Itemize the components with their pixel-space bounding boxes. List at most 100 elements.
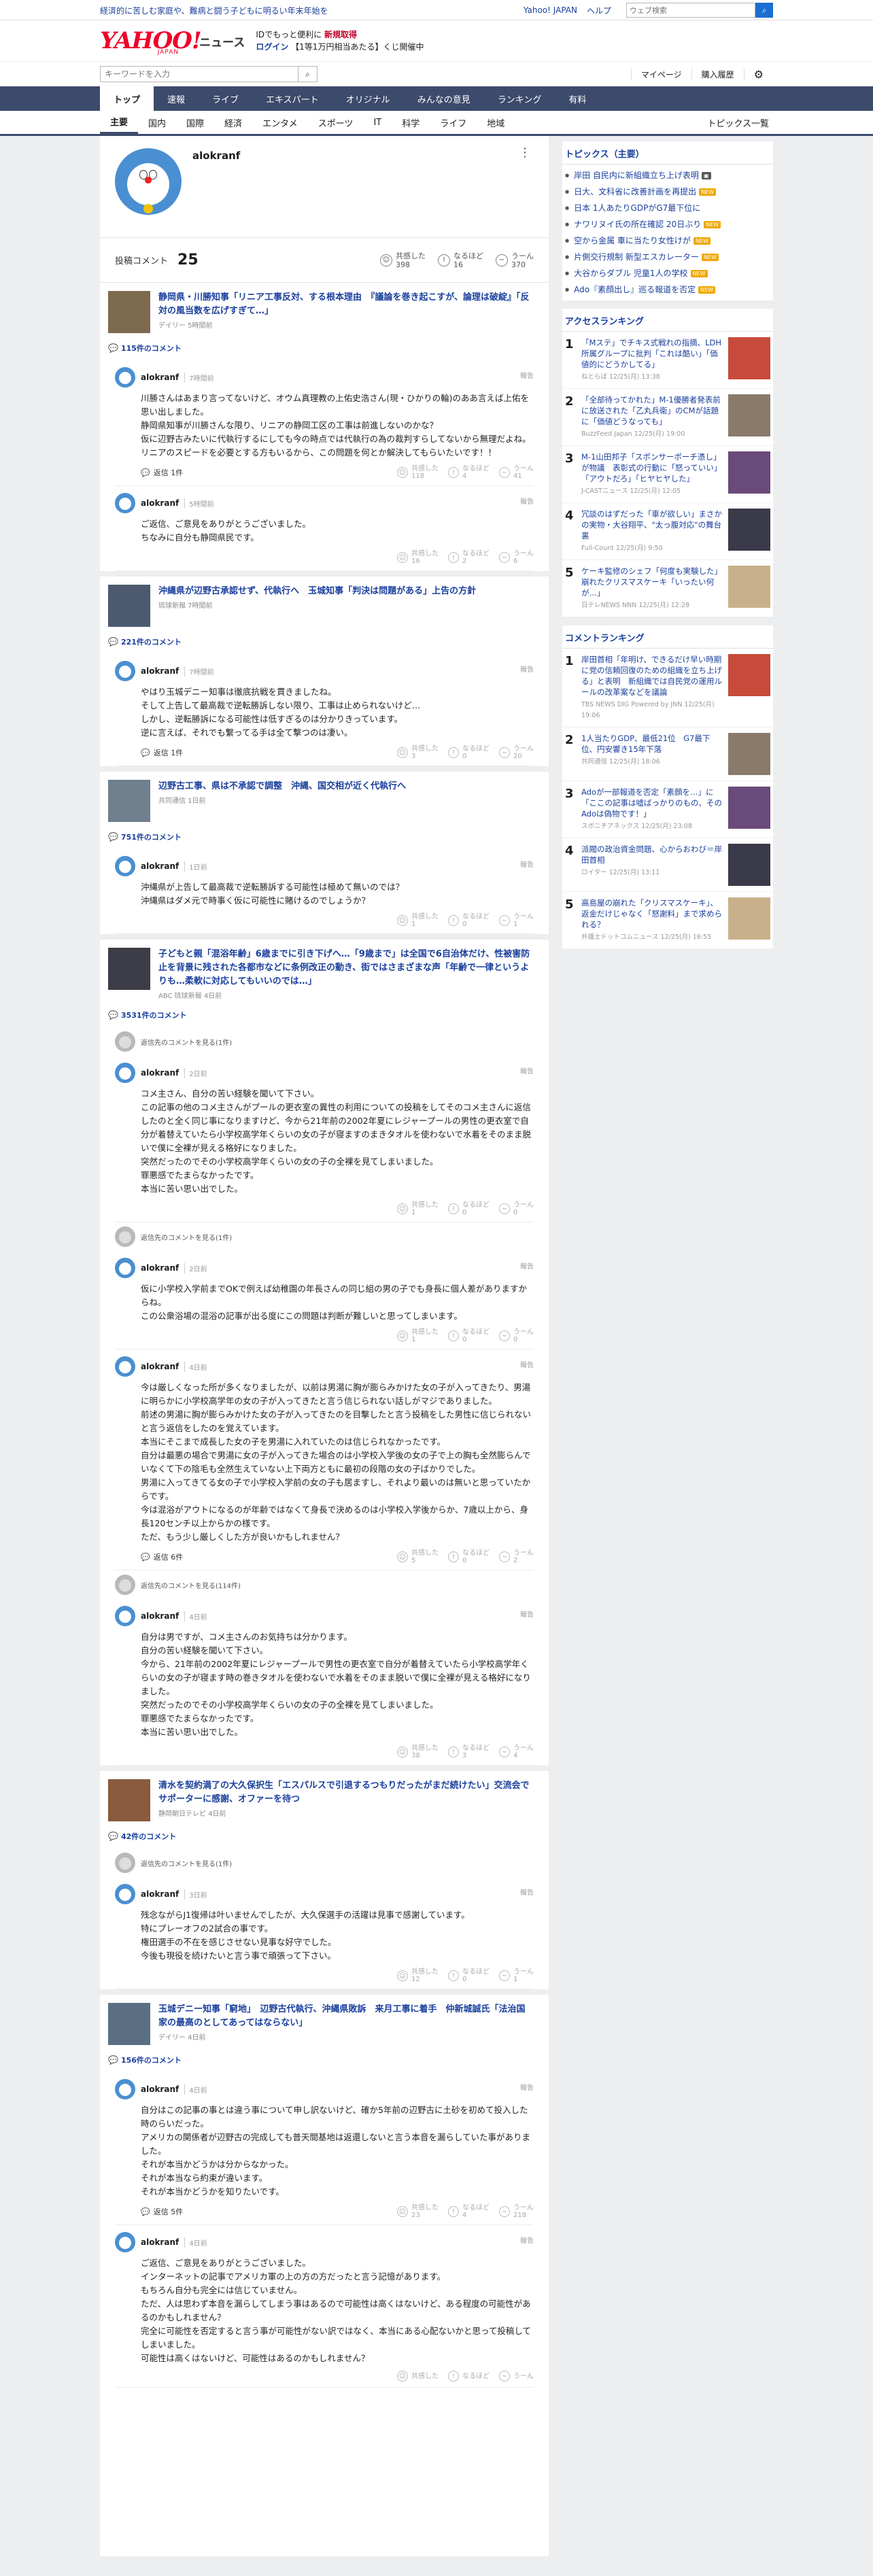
comment-author[interactable]: alokranf <box>141 2084 179 2094</box>
ranking-item[interactable]: 4 冗談のはずだった「車が欲しい」まさかの実物・大谷翔平、"太っ腹対応"の舞台裏… <box>562 503 773 560</box>
naruhodo-button[interactable]: ! なるほど 0 <box>448 1968 490 1983</box>
service-name[interactable]: ニュース <box>199 33 245 50</box>
web-search-input[interactable] <box>626 3 755 18</box>
comment-author[interactable]: alokranf <box>141 1068 179 1078</box>
category-tab[interactable]: 経済 <box>214 116 252 129</box>
report-link[interactable]: 報告 <box>520 496 534 506</box>
rank-title[interactable]: 「全部待ってかれた」M-1優勝者発表前に放送された「乙丸兵衛」のCMが話題に「価… <box>581 394 723 427</box>
rank-title[interactable]: 1人当たりGDP、最低21位 G7最下位、円安響き15年下落 <box>581 733 723 755</box>
lottery-link[interactable]: 【1等1万円相当あたる】くじ開催中 <box>291 42 424 52</box>
article-title[interactable]: 子どもと親「混浴年齢」6歳までに引き下げへ…「9歳まで」は全国で6自治体だけ、性… <box>158 948 534 989</box>
topic-link[interactable]: 大谷からダブル 児童1人の学校NEW <box>562 265 773 281</box>
hmm-button[interactable]: ~ うーん 20 <box>499 745 534 760</box>
rank-title[interactable]: 高島屋の崩れた「クリスマスケーキ」、返金だけじゃなく「怒謝料」まで求められる？ <box>581 897 723 930</box>
naruhodo-button[interactable]: ! なるほど 4 <box>448 465 490 480</box>
reply-parent-link[interactable]: 返信先のコメントを見る(1件) <box>100 1222 549 1251</box>
comment-author[interactable]: alokranf <box>141 666 179 676</box>
hmm-button[interactable]: ~ うーん <box>499 2371 534 2382</box>
category-tab[interactable]: 国際 <box>176 116 214 129</box>
report-link[interactable]: 報告 <box>520 1065 534 1076</box>
empathy-button[interactable]: ☺ 共感した 12 <box>397 1968 439 1983</box>
hmm-button[interactable]: ~ うーん 4 <box>499 1745 534 1759</box>
category-tab[interactable]: 科学 <box>392 116 430 129</box>
article-link[interactable]: 沖縄県が辺野古承認せず、代執行へ 玉城知事「判決は問題がある」上告の方針 琉球新… <box>100 571 549 632</box>
article-title[interactable]: 玉城デニー知事「窮地」 辺野古代執行、沖縄県敗訴 来月工事に着手 仲新城誠氏「法… <box>158 2003 534 2030</box>
report-link[interactable]: 報告 <box>520 1260 534 1271</box>
article-title[interactable]: 辺野古工事、県は不承認で調整 沖縄、国交相が近く代執行へ <box>158 780 406 793</box>
report-link[interactable]: 報告 <box>520 1359 534 1369</box>
comment-count-link[interactable]: 💬 3531件のコメント <box>100 1006 549 1027</box>
comment-author[interactable]: alokranf <box>141 373 179 382</box>
gnav-tab[interactable]: みんなの意見 <box>404 86 484 111</box>
more-menu-icon[interactable]: ⋮ <box>519 145 531 160</box>
comment-author[interactable]: alokranf <box>141 2237 179 2247</box>
login-link[interactable]: ログイン <box>256 42 288 52</box>
comment-author[interactable]: alokranf <box>141 861 179 871</box>
yahoo-japan-link[interactable]: Yahoo! JAPAN <box>524 5 577 15</box>
naruhodo-button[interactable]: ! なるほど 0 <box>448 913 490 928</box>
article-title[interactable]: 静岡県・川勝知事「リニア工事反対、する根本理由 『議論を巻き起こすが、論理は破綻… <box>158 291 534 318</box>
comment-count-link[interactable]: 💬 751件のコメント <box>100 827 549 849</box>
rank-title[interactable]: M-1山田邦子「スポンサーポーチ憑し」が物議 表彰式の行動に「怒っていい」「アウ… <box>581 451 723 484</box>
hmm-button[interactable]: ~ うーん 6 <box>499 550 534 565</box>
article-link[interactable]: 子どもと親「混浴年齢」6歳までに引き下げへ…「9歳まで」は全国で6自治体だけ、性… <box>100 934 549 1006</box>
category-tab[interactable]: 地域 <box>477 116 515 129</box>
logo[interactable]: YAHOO! <box>100 27 202 54</box>
comment-author[interactable]: alokranf <box>141 498 179 508</box>
reply-button[interactable]: 💬 返信 1件 <box>141 467 183 478</box>
help-link[interactable]: ヘルプ <box>587 5 611 16</box>
comment-author[interactable]: alokranf <box>141 1263 179 1273</box>
ranking-item[interactable]: 3 Adoが一部報道を否定「素顔を…」に「ここの記事は嘘ばっかりのもの、そのAd… <box>562 781 773 838</box>
gnav-tab[interactable]: 有料 <box>555 86 600 111</box>
naruhodo-button[interactable]: ! なるほど <box>448 2371 490 2382</box>
empathy-button[interactable]: ☺ 共感した 1 <box>397 913 439 928</box>
rank-title[interactable]: 岸田首相「年明け、できるだけ早い時期に党の信頼回復のための組織を立ち上げる」と表… <box>581 654 723 698</box>
empathy-button[interactable]: ☺ 共感した 23 <box>397 2204 439 2219</box>
reply-button[interactable]: 💬 返信 6件 <box>141 1551 183 1562</box>
report-link[interactable]: 報告 <box>520 2235 534 2245</box>
gnav-tab[interactable]: エキスパート <box>252 86 332 111</box>
article-link[interactable]: 玉城デニー知事「窮地」 辺野古代執行、沖縄県敗訴 来月工事に着手 仲新城誠氏「法… <box>100 1989 549 2050</box>
ranking-item[interactable]: 2 1人当たりGDP、最低21位 G7最下位、円安響き15年下落 共同通信 12… <box>562 727 773 781</box>
reply-parent-link[interactable]: 返信先のコメントを見る(1件) <box>100 1027 549 1056</box>
ranking-item[interactable]: 3 M-1山田邦子「スポンサーポーチ憑し」が物議 表彰式の行動に「怒っていい」「… <box>562 446 773 503</box>
gear-icon[interactable]: ⚙ <box>743 67 773 81</box>
hmm-button[interactable]: ~ うーん 1 <box>499 913 534 928</box>
empathy-button[interactable]: ☺ 共感した 1 <box>397 1328 439 1343</box>
gnav-tab[interactable]: 速報 <box>154 86 199 111</box>
category-tab[interactable]: エンタメ <box>252 116 308 129</box>
article-link[interactable]: 辺野古工事、県は不承認で調整 沖縄、国交相が近く代執行へ 共同通信 1日前 <box>100 766 549 827</box>
comment-author[interactable]: alokranf <box>141 1362 179 1371</box>
reply-button[interactable]: 💬 返信 1件 <box>141 747 183 758</box>
topic-link[interactable]: Ado『素顔出し』巡る報道を否定NEW <box>562 281 773 298</box>
search-icon[interactable]: ⌕ <box>298 67 317 82</box>
ranking-item[interactable]: 2 「全部待ってかれた」M-1優勝者発表前に放送された「乙丸兵衛」のCMが話題に… <box>562 389 773 446</box>
report-link[interactable]: 報告 <box>520 1887 534 1897</box>
comment-author[interactable]: alokranf <box>141 1889 179 1899</box>
gnav-tab[interactable]: ライブ <box>199 86 252 111</box>
reply-parent-link[interactable]: 返信先のコメントを見る(1件) <box>100 1849 549 1877</box>
ranking-item[interactable]: 5 高島屋の崩れた「クリスマスケーキ」、返金だけじゃなく「怒謝料」まで求められる… <box>562 892 773 949</box>
article-link[interactable]: 静岡県・川勝知事「リニア工事反対、する根本理由 『議論を巻き起こすが、論理は破綻… <box>100 283 549 339</box>
empathy-button[interactable]: ☺ 共感した 38 <box>397 1745 439 1759</box>
promo-link[interactable]: 経済的に苦しむ家庭や、難病と闘う子どもに明るい年末年始を <box>100 5 524 16</box>
topic-link[interactable]: 岸田 自民内に新組織立ち上げ表明▣ <box>562 167 773 184</box>
gnav-tab[interactable]: トップ <box>100 86 154 111</box>
comment-count-link[interactable]: 💬 115件のコメント <box>100 339 549 360</box>
naruhodo-button[interactable]: ! なるほど 0 <box>448 1328 490 1343</box>
empathy-button[interactable]: ☺ 共感した 5 <box>397 1549 439 1564</box>
report-link[interactable]: 報告 <box>520 664 534 674</box>
naruhodo-button[interactable]: ! なるほど 4 <box>448 2204 490 2219</box>
category-tab[interactable]: ライフ <box>430 116 477 129</box>
gnav-tab[interactable]: ランキング <box>484 86 555 111</box>
category-tab[interactable]: IT <box>363 118 392 128</box>
comment-count-link[interactable]: 💬 221件のコメント <box>100 632 549 654</box>
reply-parent-link[interactable]: 返信先のコメントを見る(114件) <box>100 1570 549 1599</box>
search-icon[interactable]: ⌕ <box>755 3 773 18</box>
naruhodo-button[interactable]: ! なるほど 2 <box>448 550 490 565</box>
naruhodo-button[interactable]: ! なるほど 3 <box>448 1745 490 1759</box>
topic-link[interactable]: ナワリヌイ氏の所在確認 20日ぶりNEW <box>562 216 773 233</box>
topic-link[interactable]: 日本 1人あたりGDPがG7最下位に <box>562 200 773 216</box>
article-title[interactable]: 沖縄県が辺野古承認せず、代執行へ 玉城知事「判決は問題がある」上告の方針 <box>158 585 476 598</box>
mypage-link[interactable]: マイページ <box>630 68 691 80</box>
